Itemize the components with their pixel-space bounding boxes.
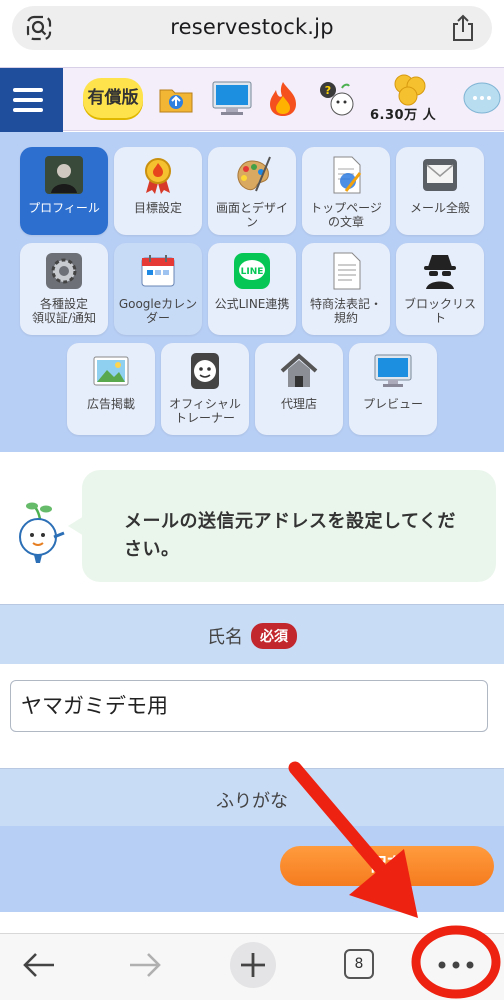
address-bar[interactable]: reservestock.jp — [12, 6, 492, 50]
menu-tile-label: トップページの文章 — [310, 201, 382, 229]
profile-photo-icon — [45, 156, 83, 194]
furigana-label: ふりがな — [216, 791, 288, 812]
menu-tile-label: 広告掲載 — [86, 397, 135, 411]
menu-tile-label: Googleカレンダー — [118, 297, 198, 325]
furigana-field-header: ふりがな — [0, 768, 504, 826]
menu-tile-label: 公式LINE連携 — [214, 297, 290, 311]
menu-tile-label: プロフィール — [28, 201, 100, 215]
name-label: 氏名 — [207, 627, 243, 648]
app-header: 有償版 ? 6.30万 人 — [0, 67, 504, 132]
mascot-character-icon — [19, 502, 65, 563]
menu-tile-label: 特商法表記・規約 — [309, 297, 382, 325]
menu-tile-label: 代理店 — [280, 397, 317, 411]
document-edit-icon — [333, 156, 362, 194]
monitor-icon — [374, 354, 412, 387]
save-area: 保存 — [0, 826, 504, 912]
menu-tile-label: 各種設定 領収証/通知 — [31, 297, 97, 325]
share-icon[interactable] — [450, 14, 476, 42]
svg-text:LINE: LINE — [241, 267, 264, 277]
calendar-icon — [141, 255, 175, 287]
help-character-icon[interactable]: ? — [318, 80, 358, 120]
save-button[interactable]: 保存 — [280, 846, 494, 886]
menu-tile-label: オフィシャルトレーナー — [169, 397, 241, 425]
spy-icon — [424, 255, 456, 289]
menu-tile-agency[interactable]: 代理店 — [255, 343, 343, 435]
name-field-body: ヤマガミデモ用 — [0, 664, 504, 768]
speech-bubble: メールの送信元アドレスを設定してください。 — [68, 470, 496, 582]
browser-toolbar: 8 — [0, 933, 504, 1000]
paid-version-badge[interactable]: 有償版 — [83, 78, 143, 118]
chat-bubble-icon[interactable] — [460, 80, 504, 120]
trainer-icon — [191, 353, 219, 389]
mail-icon — [423, 159, 457, 191]
menu-tile-official-trainer[interactable]: オフィシャルトレーナー — [161, 343, 249, 435]
svg-text:?: ? — [325, 84, 331, 97]
url-text[interactable]: reservestock.jp — [12, 15, 492, 39]
menu-tile-block-list[interactable]: ブロックリスト — [396, 243, 484, 335]
fire-icon[interactable] — [264, 80, 302, 118]
legal-document-icon — [333, 252, 361, 290]
menu-tile-profile[interactable]: プロフィール — [20, 147, 108, 235]
required-badge: 必須 — [251, 623, 297, 649]
forward-arrow-icon[interactable] — [128, 950, 162, 980]
upload-folder-icon[interactable] — [158, 84, 194, 114]
medal-icon — [145, 158, 171, 194]
menu-tile-label: 目標設定 — [133, 201, 182, 215]
monitor-icon[interactable] — [211, 80, 253, 116]
menu-tile-label: プレビュー — [362, 397, 423, 411]
menu-tile-settings[interactable]: 各種設定 領収証/通知 — [20, 243, 108, 335]
new-tab-plus-icon[interactable] — [229, 941, 277, 989]
photo-ad-icon — [93, 356, 129, 386]
menu-tile-goal[interactable]: 目標設定 — [114, 147, 202, 235]
menu-tile-label: ブロックリスト — [403, 297, 476, 325]
user-count-text: 6.30万 人 — [370, 108, 437, 123]
menu-tile-label: 画面とデザイン — [215, 201, 288, 229]
menu-tile-legal[interactable]: 特商法表記・規約 — [302, 243, 390, 335]
name-field-header: 氏名 必須 — [0, 604, 504, 664]
settings-menu-grid: プロフィール 目標設定 画面とデザイン トップページの文章 メール全般 各種設定… — [0, 132, 504, 452]
menu-tile-label: メール全般 — [409, 201, 470, 215]
line-icon: LINE — [234, 253, 270, 289]
browser-url-area: reservestock.jp — [0, 0, 504, 67]
notice-area: メールの送信元アドレスを設定してください。 — [0, 452, 504, 604]
menu-tile-line[interactable]: LINE 公式LINE連携 — [208, 243, 296, 335]
back-arrow-icon[interactable] — [22, 950, 56, 980]
menu-tile-preview[interactable]: プレビュー — [349, 343, 437, 435]
coins-icon — [394, 74, 426, 106]
menu-tile-ads[interactable]: 広告掲載 — [67, 343, 155, 435]
house-icon — [280, 353, 318, 387]
menu-tile-google-calendar[interactable]: Googleカレンダー — [114, 243, 202, 335]
hamburger-menu-button[interactable] — [0, 68, 63, 132]
menu-tile-mail[interactable]: メール全般 — [396, 147, 484, 235]
notice-message: メールの送信元アドレスを設定してください。 — [124, 511, 456, 560]
palette-icon — [237, 156, 271, 192]
name-input[interactable]: ヤマガミデモ用 — [10, 680, 488, 732]
menu-tile-top-page-text[interactable]: トップページの文章 — [302, 147, 390, 235]
tabs-count-button[interactable]: 8 — [344, 949, 374, 979]
menu-tile-design[interactable]: 画面とデザイン — [208, 147, 296, 235]
gear-icon — [46, 253, 82, 289]
more-options-icon[interactable] — [436, 960, 476, 970]
